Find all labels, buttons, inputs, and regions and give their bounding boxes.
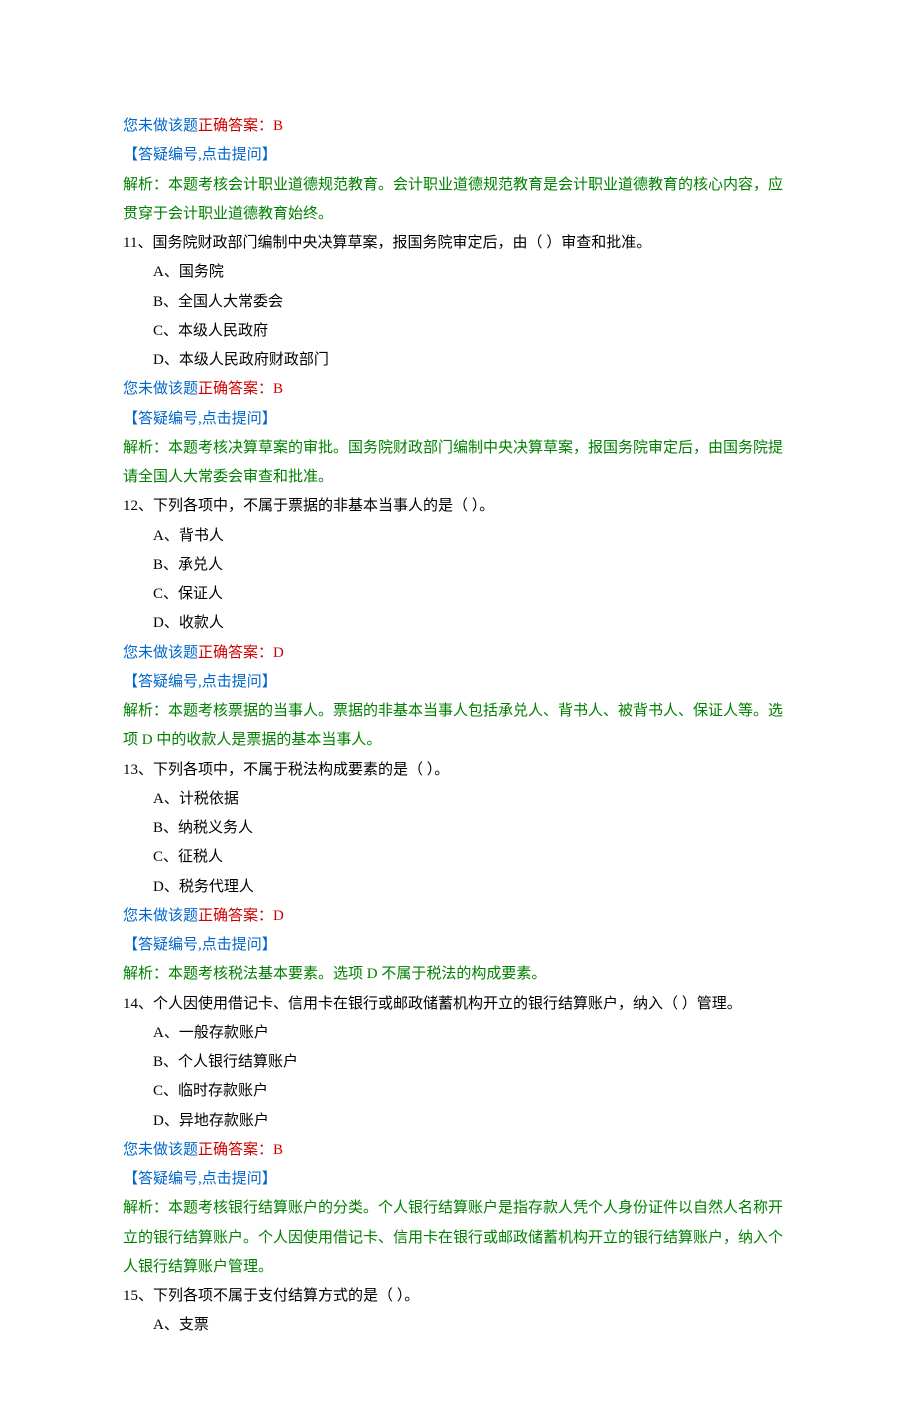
analysis: 解析：本题考核决算草案的审批。国务院财政部门编制中央决算草案，报国务院审定后，由… (123, 434, 797, 493)
status-not-answered: 您未做该题 (123, 381, 198, 397)
ask-link[interactable]: 【答疑编号,点击提问】 (123, 141, 797, 170)
analysis: 解析：本题考核票据的当事人。票据的非基本当事人包括承兑人、背书人、被背书人、保证… (123, 697, 797, 756)
analysis-label: 解析： (123, 440, 168, 456)
status-not-answered: 您未做该题 (123, 1142, 198, 1158)
analysis-label: 解析： (123, 1200, 168, 1216)
analysis-label: 解析： (123, 703, 168, 719)
question-option: B、纳税义务人 (123, 814, 797, 843)
answer-line: 您未做该题正确答案：B (123, 1136, 797, 1165)
question-option: A、支票 (123, 1311, 797, 1340)
question-stem: 15、下列各项不属于支付结算方式的是（ ）。 (123, 1282, 797, 1311)
correct-answer: 正确答案：D (198, 645, 284, 661)
correct-answer: 正确答案：B (198, 381, 283, 397)
question-option: D、税务代理人 (123, 873, 797, 902)
question-option: C、本级人民政府 (123, 317, 797, 346)
question-option: B、个人银行结算账户 (123, 1048, 797, 1077)
answer-line: 您未做该题正确答案：D (123, 902, 797, 931)
analysis-text: 本题考核决算草案的审批。国务院财政部门编制中央决算草案，报国务院审定后，由国务院… (123, 440, 783, 485)
status-not-answered: 您未做该题 (123, 118, 198, 134)
analysis: 解析：本题考核银行结算账户的分类。个人银行结算账户是指存款人凭个人身份证件以自然… (123, 1194, 797, 1282)
ask-link[interactable]: 【答疑编号,点击提问】 (123, 1165, 797, 1194)
analysis: 解析：本题考核会计职业道德规范教育。会计职业道德规范教育是会计职业道德教育的核心… (123, 171, 797, 230)
analysis-label: 解析： (123, 177, 168, 193)
analysis-text: 本题考核票据的当事人。票据的非基本当事人包括承兑人、背书人、被背书人、保证人等。… (123, 703, 783, 748)
analysis-text: 本题考核税法基本要素。选项 D 不属于税法的构成要素。 (168, 966, 546, 982)
status-not-answered: 您未做该题 (123, 908, 198, 924)
ask-link[interactable]: 【答疑编号,点击提问】 (123, 931, 797, 960)
question-option: C、征税人 (123, 843, 797, 872)
question-option: C、保证人 (123, 580, 797, 609)
question-option: B、全国人大常委会 (123, 288, 797, 317)
answer-line: 您未做该题正确答案：B (123, 375, 797, 404)
question-option: C、临时存款账户 (123, 1077, 797, 1106)
question-stem: 13、下列各项中，不属于税法构成要素的是（ ）。 (123, 756, 797, 785)
analysis: 解析：本题考核税法基本要素。选项 D 不属于税法的构成要素。 (123, 960, 797, 989)
analysis-text: 本题考核银行结算账户的分类。个人银行结算账户是指存款人凭个人身份证件以自然人名称… (123, 1200, 783, 1275)
question-option: A、国务院 (123, 258, 797, 287)
answer-line: 您未做该题正确答案：B (123, 112, 797, 141)
question-stem: 14、个人因使用借记卡、信用卡在银行或邮政储蓄机构开立的银行结算账户，纳入（ ）… (123, 990, 797, 1019)
question-option: A、一般存款账户 (123, 1019, 797, 1048)
analysis-text: 本题考核会计职业道德规范教育。会计职业道德规范教育是会计职业道德教育的核心内容，… (123, 177, 783, 222)
correct-answer: 正确答案：B (198, 118, 283, 134)
question-option: D、异地存款账户 (123, 1107, 797, 1136)
status-not-answered: 您未做该题 (123, 645, 198, 661)
question-stem: 11、国务院财政部门编制中央决算草案，报国务院审定后，由（ ）审查和批准。 (123, 229, 797, 258)
question-option: B、承兑人 (123, 551, 797, 580)
ask-link[interactable]: 【答疑编号,点击提问】 (123, 668, 797, 697)
correct-answer: 正确答案：B (198, 1142, 283, 1158)
question-option: A、背书人 (123, 522, 797, 551)
correct-answer: 正确答案：D (198, 908, 284, 924)
question-option: A、计税依据 (123, 785, 797, 814)
ask-link[interactable]: 【答疑编号,点击提问】 (123, 405, 797, 434)
question-option: D、收款人 (123, 609, 797, 638)
answer-line: 您未做该题正确答案：D (123, 639, 797, 668)
analysis-label: 解析： (123, 966, 168, 982)
question-stem: 12、下列各项中，不属于票据的非基本当事人的是（ ）。 (123, 492, 797, 521)
question-option: D、本级人民政府财政部门 (123, 346, 797, 375)
